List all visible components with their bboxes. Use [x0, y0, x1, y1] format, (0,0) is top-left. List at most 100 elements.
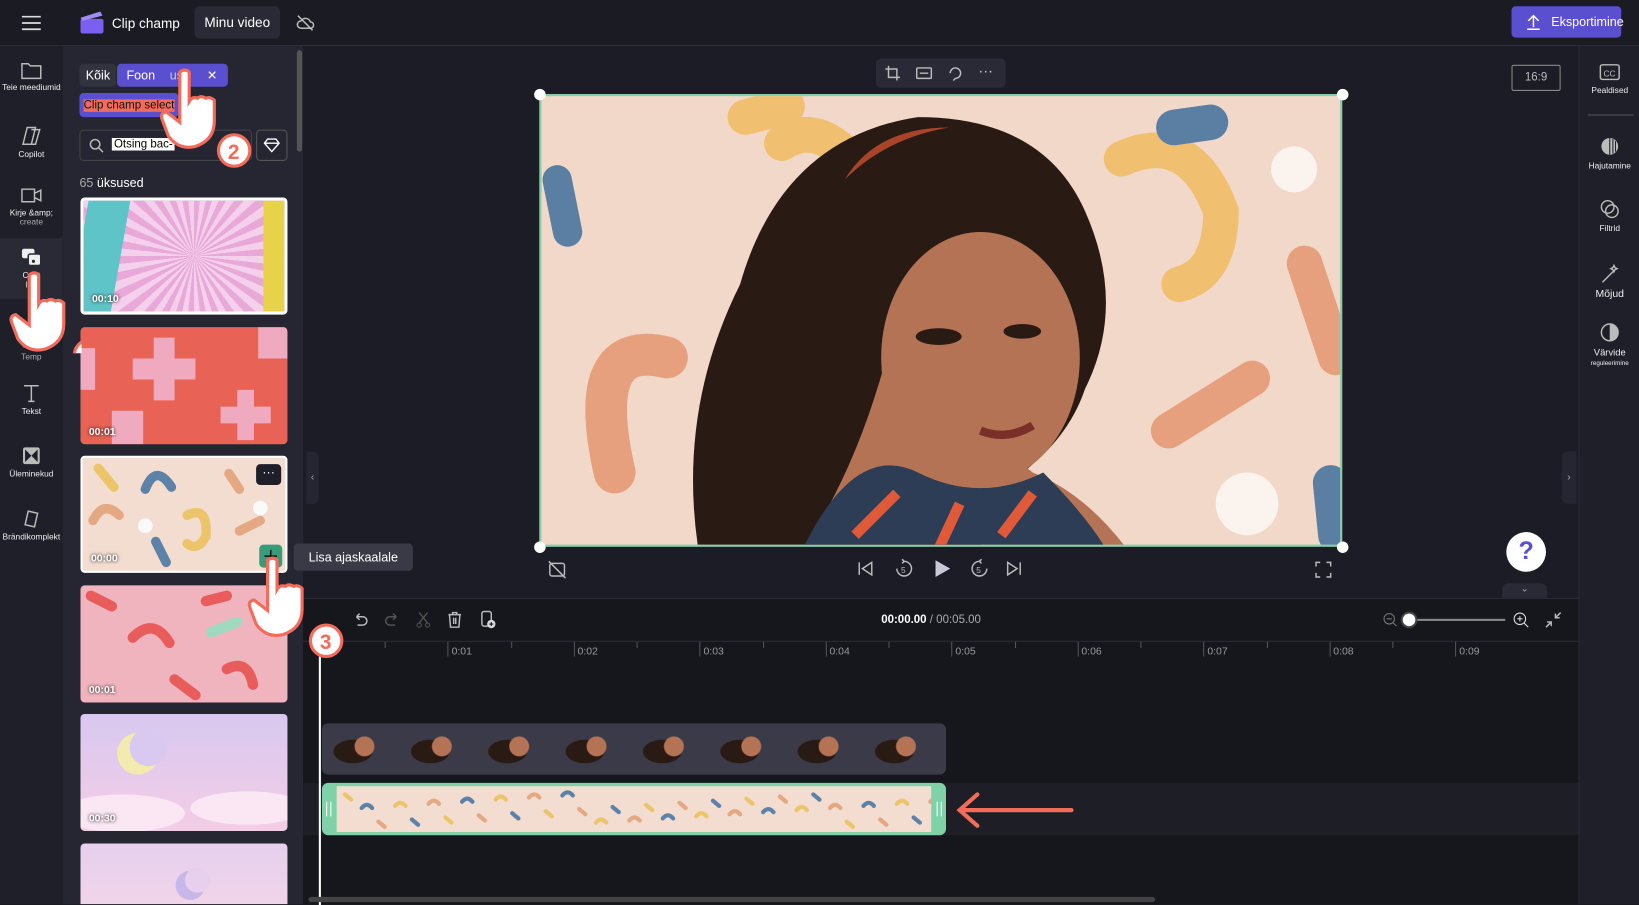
skip-back-icon[interactable]	[857, 560, 874, 577]
rail-item-your-media[interactable]: Teie meediumid	[0, 52, 63, 113]
split-icon[interactable]	[415, 612, 432, 629]
ruler-label: 0:01	[451, 645, 472, 658]
rail-item-captions[interactable]: CC Pealdised	[1579, 63, 1639, 95]
rotate-icon[interactable]	[947, 65, 964, 82]
svg-text:5: 5	[976, 565, 981, 575]
resize-handle-tl[interactable]	[534, 88, 546, 101]
play-icon[interactable]	[932, 559, 951, 578]
step-number: 2	[228, 141, 240, 164]
hand-cursor-step-2: 2	[159, 68, 252, 168]
ruler-minor-tick	[384, 641, 386, 649]
help-button[interactable]: ?	[1506, 532, 1546, 572]
thumbnail-moon[interactable]: 00:30	[80, 713, 288, 832]
video-canvas[interactable]	[539, 94, 1343, 547]
preview-image	[542, 96, 1341, 545]
rail-label: Pealdised	[1591, 85, 1629, 96]
hand-cursor-step-1: 1	[9, 271, 82, 354]
resize-handle-bl[interactable]	[534, 541, 546, 553]
clip-frame	[863, 723, 941, 775]
camera-icon	[21, 188, 42, 203]
add-media-icon[interactable]	[480, 610, 497, 629]
captions-icon: CC	[1599, 64, 1620, 81]
project-title-tab[interactable]: Minu video	[194, 6, 281, 39]
filters-icon	[1600, 199, 1619, 219]
upload-icon	[1527, 14, 1540, 31]
export-label: Eksportimine	[1551, 14, 1624, 30]
skip-forward-icon[interactable]	[1006, 560, 1023, 577]
thumbnail-comic[interactable]: 00:10	[80, 197, 288, 315]
rail-label: Copilot	[18, 149, 45, 159]
rail-item-color-adjust[interactable]: Värvide reguleerimine	[1579, 322, 1639, 367]
trim-handle-left[interactable]	[326, 801, 332, 817]
fullscreen-icon[interactable]	[1315, 561, 1332, 578]
more-options-button[interactable]: ···	[256, 464, 282, 486]
thumb-decoration	[263, 200, 285, 312]
rail-item-record-create[interactable]: Kirje &amp; create	[0, 178, 63, 239]
ruler-tick	[1077, 641, 1079, 657]
zoom-slider[interactable]	[1409, 618, 1506, 621]
zoom-out-icon[interactable]	[1383, 613, 1398, 628]
rail-item-filters[interactable]: Filtrid	[1579, 199, 1639, 233]
safe-zone-off-icon[interactable]	[548, 560, 567, 579]
rail-item-effects[interactable]: Mõjud	[1579, 263, 1639, 300]
rail-label: create	[19, 217, 43, 227]
rail-item-text[interactable]: Tekst	[0, 374, 63, 435]
resize-handle-br[interactable]	[1336, 541, 1349, 553]
export-button[interactable]: Eksportimine	[1511, 6, 1624, 38]
color-adjust-icon	[1600, 323, 1619, 342]
count-label: üksused	[96, 175, 144, 191]
ruler-minor-tick	[636, 641, 638, 649]
timeline-scrollbar[interactable]	[308, 896, 1156, 903]
ruler-tick	[699, 641, 701, 657]
time-ruler[interactable]: 0:01 0:02 0:03 0:04 0:05 0:06 0:07 0:08 0:09	[303, 640, 1579, 662]
clip-frame	[708, 723, 787, 775]
duration-label: 00:00	[90, 552, 118, 565]
more-icon[interactable]: ···	[978, 62, 993, 79]
current-time: 00:00.00	[881, 613, 927, 627]
aspect-ratio-button[interactable]: 16:9	[1511, 64, 1561, 91]
zoom-in-icon[interactable]	[1513, 612, 1530, 629]
rail-label: Üleminekud	[9, 469, 54, 479]
content-library-icon	[21, 248, 42, 267]
premium-button[interactable]	[256, 129, 288, 161]
thumbnail-crosses[interactable]: 00:01	[80, 327, 288, 445]
fit-icon[interactable]	[915, 65, 933, 82]
undo-icon[interactable]	[352, 612, 369, 629]
duration-label: 00:10	[91, 293, 119, 306]
collapse-timeline-button[interactable]: ⌄	[1502, 583, 1548, 598]
trim-handle-right[interactable]	[936, 801, 942, 817]
collapse-left-panel-button[interactable]: ‹	[306, 451, 319, 504]
zoom-slider-thumb[interactable]	[1402, 613, 1416, 627]
rail-item-copilot[interactable]: Copilot	[0, 117, 63, 178]
video-clip[interactable]	[321, 723, 946, 775]
rail-item-fade[interactable]: Hajutamine	[1579, 136, 1639, 170]
thumbnail-moon-city[interactable]	[80, 843, 288, 905]
resize-handle-tr[interactable]	[1336, 88, 1349, 101]
app-name: Clip champ	[111, 15, 180, 32]
ruler-label: 0:06	[1081, 645, 1102, 658]
playhead[interactable]	[318, 640, 321, 905]
background-clip[interactable]	[321, 782, 946, 836]
text-icon	[24, 384, 39, 403]
ruler-tick	[1203, 641, 1205, 657]
crop-icon[interactable]	[884, 65, 901, 82]
rail-label: Temp	[21, 352, 42, 362]
rewind-5-icon[interactable]: 5	[895, 558, 914, 579]
delete-icon[interactable]	[446, 610, 463, 629]
rail-label: Filtrid	[1599, 223, 1620, 234]
rail-label: Teie meediumid	[2, 82, 61, 92]
chip-all[interactable]: Kõik	[79, 63, 117, 87]
forward-5-icon[interactable]: 5	[970, 558, 989, 579]
ruler-label: 0:07	[1207, 645, 1228, 658]
ruler-minor-tick	[1140, 641, 1142, 649]
fit-timeline-icon[interactable]	[1545, 612, 1562, 629]
clip-frame	[631, 723, 709, 775]
redo-icon[interactable]	[384, 612, 401, 629]
panel-scrollbar[interactable]	[296, 50, 303, 152]
duration-label: 00:30	[88, 813, 116, 825]
rail-item-brand-kit[interactable]: Brändikomplekt	[0, 500, 63, 561]
menu-icon[interactable]	[21, 14, 42, 33]
rail-item-transitions[interactable]: Üleminekud	[0, 437, 63, 498]
collapse-right-panel-button[interactable]: ›	[1561, 451, 1577, 504]
ruler-minor-tick	[1266, 641, 1268, 649]
